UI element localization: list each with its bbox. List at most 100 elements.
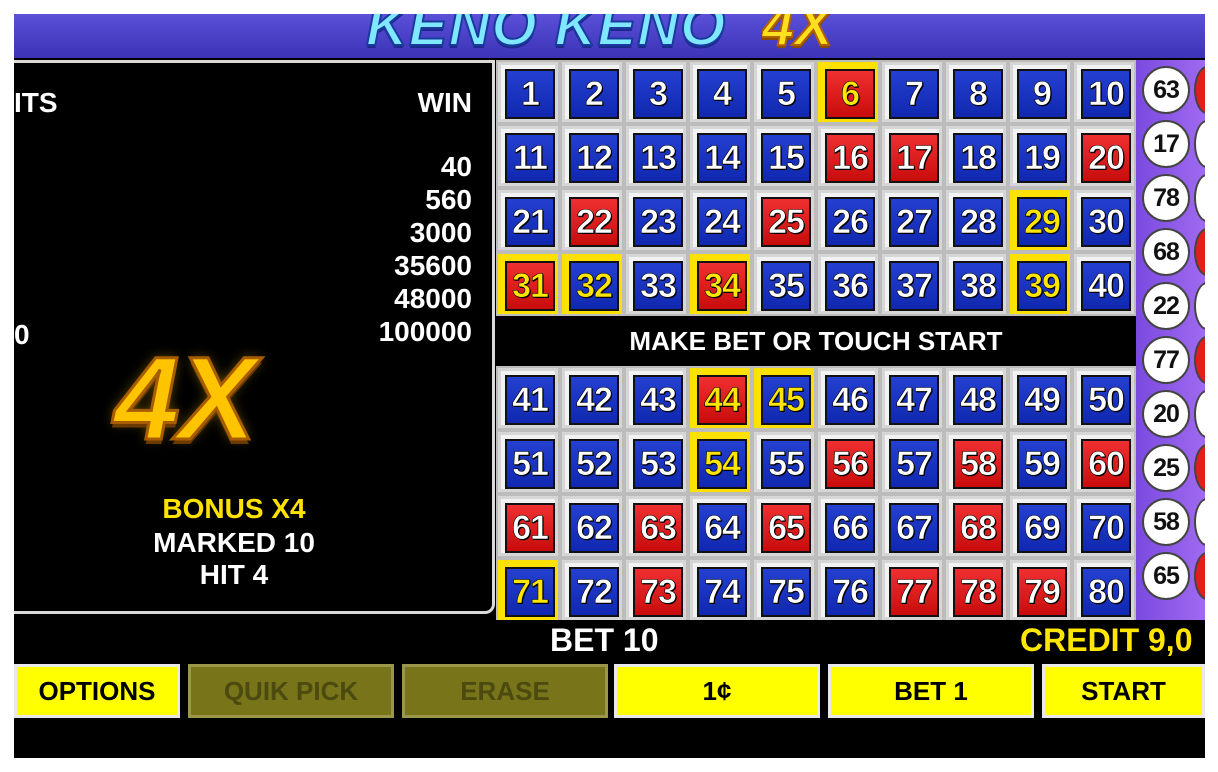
keno-number-28[interactable]: 28 xyxy=(946,190,1006,250)
keno-number-7[interactable]: 7 xyxy=(882,62,942,122)
keno-number-27[interactable]: 27 xyxy=(882,190,942,250)
keno-number-11[interactable]: 11 xyxy=(498,126,558,186)
drawn-ball-partial xyxy=(1194,552,1205,600)
keno-number-label: 74 xyxy=(697,567,747,617)
drawn-ball-partial xyxy=(1194,66,1205,114)
quik-pick-button[interactable]: QUIK PICK xyxy=(188,664,394,718)
keno-number-26[interactable]: 26 xyxy=(818,190,878,250)
keno-number-45[interactable]: 45 xyxy=(754,368,814,428)
keno-number-51[interactable]: 51 xyxy=(498,432,558,492)
keno-number-53[interactable]: 53 xyxy=(626,432,686,492)
keno-number-59[interactable]: 59 xyxy=(1010,432,1070,492)
keno-number-41[interactable]: 41 xyxy=(498,368,558,428)
keno-number-23[interactable]: 23 xyxy=(626,190,686,250)
keno-number-69[interactable]: 69 xyxy=(1010,496,1070,556)
keno-number-75[interactable]: 75 xyxy=(754,560,814,620)
keno-number-58[interactable]: 58 xyxy=(946,432,1006,492)
keno-number-22[interactable]: 22 xyxy=(562,190,622,250)
keno-number-62[interactable]: 62 xyxy=(562,496,622,556)
keno-number-55[interactable]: 55 xyxy=(754,432,814,492)
keno-number-label: 51 xyxy=(505,439,555,489)
keno-number-46[interactable]: 46 xyxy=(818,368,878,428)
keno-number-10[interactable]: 10 xyxy=(1074,62,1134,122)
keno-number-19[interactable]: 19 xyxy=(1010,126,1070,186)
keno-number-18[interactable]: 18 xyxy=(946,126,1006,186)
keno-number-80[interactable]: 80 xyxy=(1074,560,1134,620)
keno-number-24[interactable]: 24 xyxy=(690,190,750,250)
keno-number-49[interactable]: 49 xyxy=(1010,368,1070,428)
keno-number-52[interactable]: 52 xyxy=(562,432,622,492)
keno-number-30[interactable]: 30 xyxy=(1074,190,1134,250)
keno-number-48[interactable]: 48 xyxy=(946,368,1006,428)
keno-number-79[interactable]: 79 xyxy=(1010,560,1070,620)
keno-number-47[interactable]: 47 xyxy=(882,368,942,428)
keno-number-74[interactable]: 74 xyxy=(690,560,750,620)
keno-number-40[interactable]: 40 xyxy=(1074,254,1134,314)
keno-number-38[interactable]: 38 xyxy=(946,254,1006,314)
keno-number-42[interactable]: 42 xyxy=(562,368,622,428)
keno-number-6[interactable]: 6 xyxy=(818,62,878,122)
keno-number-label: 10 xyxy=(1081,69,1131,119)
keno-number-76[interactable]: 76 xyxy=(818,560,878,620)
keno-number-50[interactable]: 50 xyxy=(1074,368,1134,428)
keno-number-8[interactable]: 8 xyxy=(946,62,1006,122)
keno-number-label: 66 xyxy=(825,503,875,553)
keno-number-64[interactable]: 64 xyxy=(690,496,750,556)
keno-number-label: 34 xyxy=(697,261,747,311)
keno-number-65[interactable]: 65 xyxy=(754,496,814,556)
keno-number-20[interactable]: 20 xyxy=(1074,126,1134,186)
keno-number-34[interactable]: 34 xyxy=(690,254,750,314)
keno-number-78[interactable]: 78 xyxy=(946,560,1006,620)
keno-number-71[interactable]: 71 xyxy=(498,560,558,620)
keno-number-36[interactable]: 36 xyxy=(818,254,878,314)
start-button[interactable]: START xyxy=(1042,664,1205,718)
keno-number-label: 13 xyxy=(633,133,683,183)
keno-number-12[interactable]: 12 xyxy=(562,126,622,186)
keno-number-63[interactable]: 63 xyxy=(626,496,686,556)
keno-number-13[interactable]: 13 xyxy=(626,126,686,186)
denomination-button[interactable]: 1¢ xyxy=(614,664,820,718)
keno-number-33[interactable]: 33 xyxy=(626,254,686,314)
keno-number-68[interactable]: 68 xyxy=(946,496,1006,556)
keno-number-14[interactable]: 14 xyxy=(690,126,750,186)
keno-number-1[interactable]: 1 xyxy=(498,62,558,122)
keno-number-5[interactable]: 5 xyxy=(754,62,814,122)
keno-number-57[interactable]: 57 xyxy=(882,432,942,492)
keno-number-label: 79 xyxy=(1017,567,1067,617)
keno-number-label: 12 xyxy=(569,133,619,183)
erase-button[interactable]: ERASE xyxy=(402,664,608,718)
keno-number-17[interactable]: 17 xyxy=(882,126,942,186)
keno-number-54[interactable]: 54 xyxy=(690,432,750,492)
keno-number-2[interactable]: 2 xyxy=(562,62,622,122)
keno-number-61[interactable]: 61 xyxy=(498,496,558,556)
bet-one-button[interactable]: BET 1 xyxy=(828,664,1034,718)
keno-number-43[interactable]: 43 xyxy=(626,368,686,428)
keno-number-56[interactable]: 56 xyxy=(818,432,878,492)
keno-number-3[interactable]: 3 xyxy=(626,62,686,122)
keno-number-44[interactable]: 44 xyxy=(690,368,750,428)
keno-number-16[interactable]: 16 xyxy=(818,126,878,186)
keno-number-67[interactable]: 67 xyxy=(882,496,942,556)
keno-number-25[interactable]: 25 xyxy=(754,190,814,250)
keno-number-label: 14 xyxy=(697,133,747,183)
keno-number-label: 8 xyxy=(953,69,1003,119)
keno-number-9[interactable]: 9 xyxy=(1010,62,1070,122)
keno-number-39[interactable]: 39 xyxy=(1010,254,1070,314)
options-button[interactable]: OPTIONS xyxy=(14,664,180,718)
keno-number-29[interactable]: 29 xyxy=(1010,190,1070,250)
keno-number-32[interactable]: 32 xyxy=(562,254,622,314)
keno-number-70[interactable]: 70 xyxy=(1074,496,1134,556)
keno-number-37[interactable]: 37 xyxy=(882,254,942,314)
keno-number-21[interactable]: 21 xyxy=(498,190,558,250)
keno-number-label: 72 xyxy=(569,567,619,617)
keno-number-66[interactable]: 66 xyxy=(818,496,878,556)
keno-number-4[interactable]: 4 xyxy=(690,62,750,122)
keno-number-73[interactable]: 73 xyxy=(626,560,686,620)
keno-number-35[interactable]: 35 xyxy=(754,254,814,314)
keno-number-72[interactable]: 72 xyxy=(562,560,622,620)
keno-number-60[interactable]: 60 xyxy=(1074,432,1134,492)
keno-number-77[interactable]: 77 xyxy=(882,560,942,620)
keno-number-31[interactable]: 31 xyxy=(498,254,558,314)
paytable-win-value: 40 xyxy=(440,151,472,182)
keno-number-15[interactable]: 15 xyxy=(754,126,814,186)
